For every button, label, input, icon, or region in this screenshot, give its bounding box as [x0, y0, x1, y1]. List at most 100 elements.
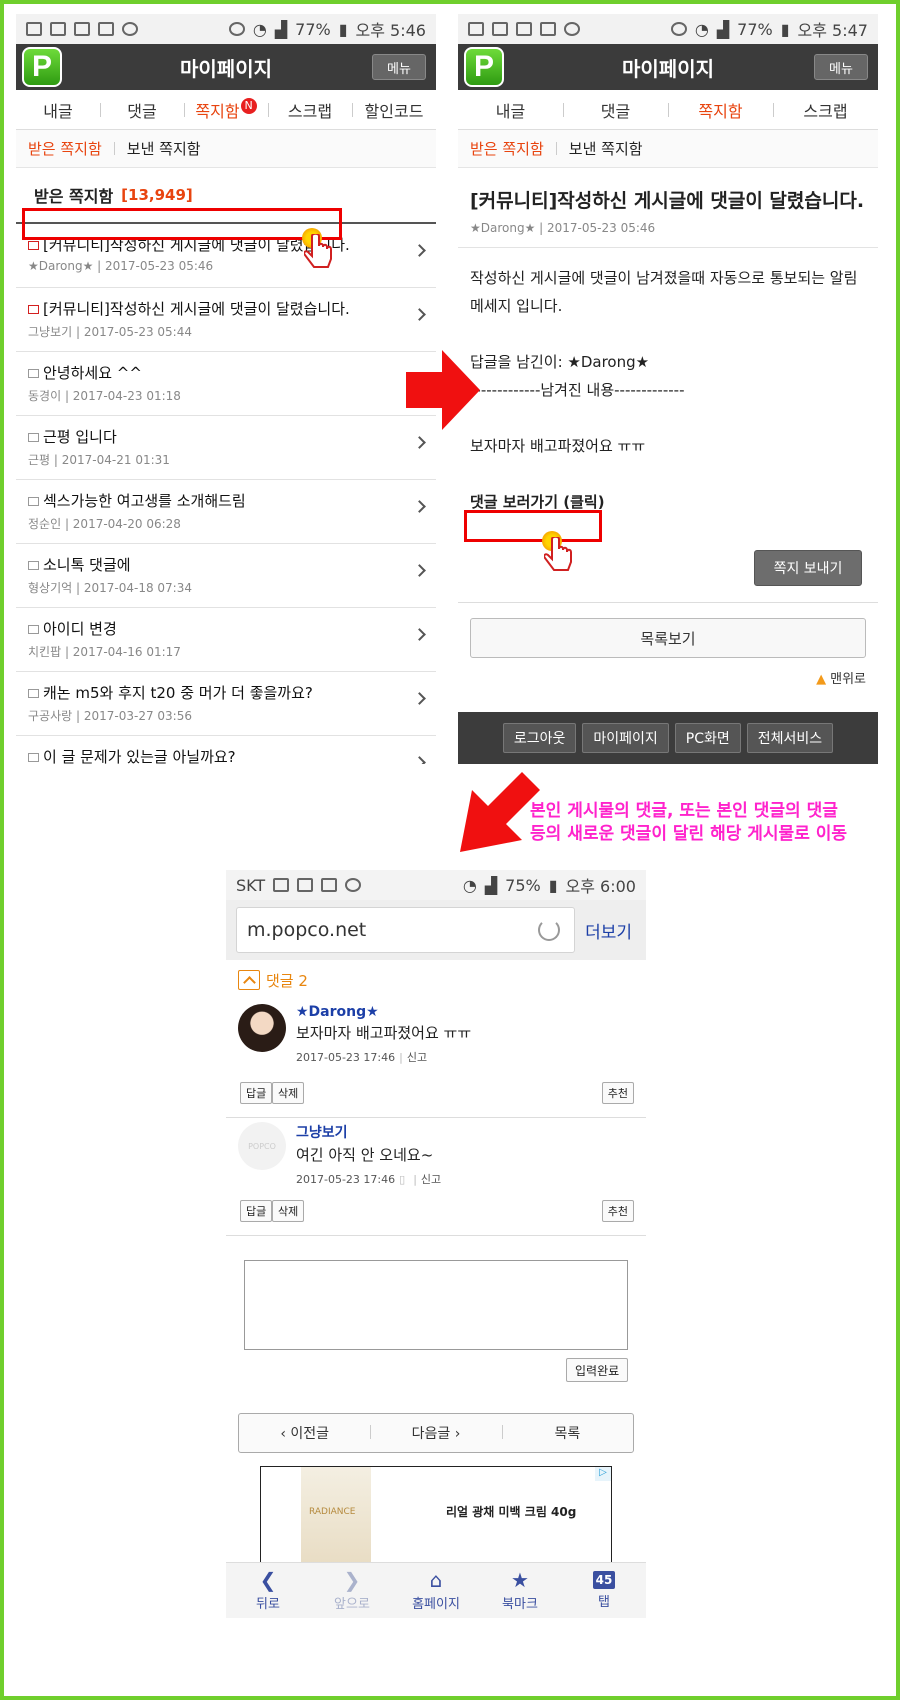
message-row[interactable]: [커뮤니티]작성하신 게시글에 댓글이 달렸습니다. 그냥보기 | 2017-05… — [16, 288, 436, 352]
tab-comments[interactable]: 댓글 — [563, 98, 668, 122]
tab-my-posts[interactable]: 내글 — [16, 98, 100, 122]
ad-banner[interactable]: RADIANCE 리얼 광채 미백 크림 40g ▷ — [260, 1466, 612, 1566]
url-input[interactable]: m.popco.net — [236, 907, 576, 953]
message-row[interactable]: 캐논 m5와 후지 t20 중 머가 더 좋을까요? 구공사랑 | 2017-03… — [16, 672, 436, 736]
ad-text: 리얼 광채 미백 크림 40g — [446, 1505, 577, 1519]
browser-url-bar: m.popco.net 더보기 — [226, 900, 646, 960]
logout-button[interactable]: 로그아웃 — [502, 723, 577, 753]
next-post-button[interactable]: 다음글 › — [370, 1423, 501, 1443]
report-link[interactable]: 신고 — [421, 1173, 441, 1186]
message-row[interactable]: 근평 입니다 근평 | 2017-04-21 01:31 — [16, 416, 436, 480]
pc-view-button[interactable]: PC화면 — [674, 723, 741, 753]
tab-discount-code[interactable]: 할인코드 — [352, 98, 436, 122]
all-services-button[interactable]: 전체서비스 — [746, 723, 834, 753]
chevron-right-icon — [413, 564, 426, 577]
adchoices-icon[interactable]: ▷ — [595, 1467, 611, 1481]
tab-scrap[interactable]: 스크랩 — [773, 98, 878, 122]
subtab-sent[interactable]: 보낸 쪽지함 — [127, 138, 201, 159]
wifi-icon: ◔ — [462, 875, 477, 895]
comment-author[interactable]: 그냥보기 — [296, 1122, 634, 1142]
collapse-icon[interactable] — [238, 970, 260, 990]
battery-level: 75% — [505, 875, 541, 895]
message-row[interactable]: 소니톡 댓글에 형상기억 | 2017-04-18 07:34 — [16, 544, 436, 608]
envelope-icon — [28, 369, 39, 378]
reload-icon[interactable] — [538, 919, 561, 941]
send-message-button[interactable]: 쪽지 보내기 — [754, 550, 862, 586]
reply-button[interactable]: 답글 — [240, 1200, 273, 1222]
envelope-icon — [28, 753, 39, 762]
right-arrow-icon — [406, 350, 480, 430]
mypage-button[interactable]: 마이페이지 — [582, 723, 669, 753]
recommend-button[interactable]: 추천 — [601, 1082, 634, 1104]
page-title: 마이페이지 — [180, 56, 272, 81]
menu-button[interactable]: 메뉴 — [372, 54, 426, 80]
list-view-button[interactable]: 목록보기 — [470, 618, 866, 658]
avatar — [238, 1004, 286, 1052]
tab-messages[interactable]: 쪽지함 — [668, 98, 773, 122]
envelope-icon — [28, 497, 39, 506]
comment-text: 여긴 아직 안 오네요~ — [296, 1146, 434, 1164]
new-badge: N — [240, 97, 257, 114]
message-meta: 근평 | 2017-04-21 01:31 — [28, 453, 170, 467]
clock: 오후 5:46 — [355, 21, 426, 40]
comment-textarea[interactable] — [244, 1260, 628, 1350]
nav-tabs[interactable]: 45 탭 — [562, 1563, 646, 1618]
message-meta: 치킨팝 | 2017-04-16 01:17 — [28, 645, 181, 659]
subtab-received[interactable]: 받은 쪽지함 — [28, 138, 102, 159]
message-row[interactable]: 섹스가능한 여고생를 소개해드림 정순인 | 2017-04-20 06:28 — [16, 480, 436, 544]
message-row[interactable]: 아이디 변경치킨팝 | 2017-04-16 01:17 — [16, 608, 436, 672]
delete-button[interactable]: 삭제 — [272, 1082, 305, 1104]
popco-logo[interactable]: P — [464, 47, 504, 87]
tab-comments[interactable]: 댓글 — [100, 98, 184, 122]
comment-text: 보자마자 배고파졌어요 ㅠㅠ — [296, 1024, 472, 1042]
tab-my-posts[interactable]: 내글 — [458, 98, 563, 122]
chevron-left-icon: ❮ — [259, 1568, 277, 1592]
image-icon — [273, 878, 290, 892]
delete-button[interactable]: 삭제 — [272, 1200, 305, 1222]
popco-logo[interactable]: P — [22, 47, 62, 87]
envelope-icon — [28, 433, 39, 442]
message-row[interactable]: 이 글 문제가 있는글 아닐까요? — [16, 736, 436, 764]
submit-comment-button[interactable]: 입력완료 — [566, 1358, 629, 1382]
chevron-right-icon: ❯ — [343, 1568, 361, 1592]
more-button[interactable]: 더보기 — [585, 918, 636, 943]
report-link[interactable]: 신고 — [407, 1051, 427, 1064]
prev-post-button[interactable]: ‹ 이전글 — [239, 1423, 370, 1443]
alarm-icon — [345, 878, 362, 892]
chevron-right-icon — [413, 692, 426, 705]
chevron-right-icon — [413, 500, 426, 513]
message-meta: 동경이 | 2017-04-23 01:18 — [28, 389, 181, 403]
tab-scrap[interactable]: 스크랩 — [268, 98, 352, 122]
chevron-right-icon: › — [450, 1426, 461, 1442]
recommend-button[interactable]: 추천 — [601, 1200, 634, 1222]
message-meta: 그냥보기 | 2017-05-23 05:44 — [28, 325, 192, 339]
nav-home[interactable]: ⌂ 홈페이지 — [394, 1563, 478, 1618]
reply-button[interactable]: 답글 — [240, 1082, 273, 1104]
nav-back[interactable]: ❮ 뒤로 — [226, 1563, 310, 1618]
message-subtabs: 받은 쪽지함 보낸 쪽지함 — [16, 130, 436, 168]
message-title: 아이디 변경 — [28, 618, 406, 639]
arrow-up-icon: ▲ — [816, 672, 827, 687]
mobile-icon: ▯ — [399, 1173, 406, 1186]
flipboard-icon — [540, 22, 556, 36]
tab-messages[interactable]: 쪽지함 N — [184, 97, 268, 122]
nav-bookmark[interactable]: ★ 북마크 — [478, 1563, 562, 1618]
back-to-top-link[interactable]: ▲ 맨위로 — [816, 668, 866, 687]
chevron-left-icon: ‹ — [280, 1426, 291, 1442]
clock: 오후 6:00 — [565, 877, 636, 896]
subtab-sent[interactable]: 보낸 쪽지함 — [569, 138, 643, 159]
message-title: 이 글 문제가 있는글 아닐까요? — [28, 746, 406, 764]
chevron-right-icon — [413, 628, 426, 641]
comment-item: ★Darong★ 보자마자 배고파졌어요 ㅠㅠ 2017-05-23 17:46 | 신… — [226, 1000, 646, 1118]
comment-author[interactable]: ★Darong★ — [296, 1004, 634, 1020]
calendar-icon — [516, 22, 532, 36]
message-meta: ★Darong★ | 2017-05-23 05:46 — [458, 215, 878, 248]
clock: 오후 5:47 — [797, 21, 868, 40]
message-row[interactable]: 안녕하세요 ^^ 동경이 | 2017-04-23 01:18 — [16, 352, 436, 416]
subtab-received[interactable]: 받은 쪽지함 — [470, 138, 544, 159]
alarm-icon — [228, 22, 245, 36]
nav-forward[interactable]: ❯ 앞으로 — [310, 1563, 394, 1618]
menu-button[interactable]: 메뉴 — [814, 54, 868, 80]
chevron-right-icon — [413, 308, 426, 321]
list-button[interactable]: 목록 — [501, 1423, 633, 1443]
